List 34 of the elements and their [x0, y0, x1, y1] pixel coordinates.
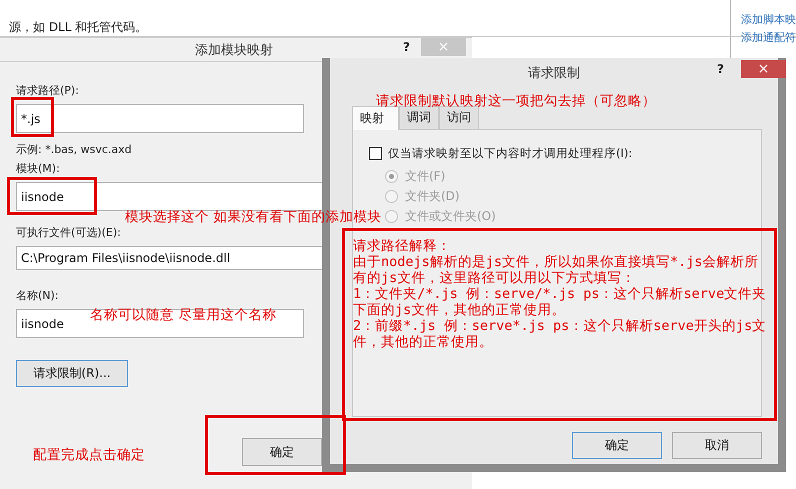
checkbox[interactable] [369, 147, 382, 160]
tab[interactable]: 访问 [439, 106, 479, 129]
close-button[interactable]: × [741, 60, 786, 78]
ok-button[interactable]: 确定 [242, 438, 322, 466]
field-label: 请求路径(P): [16, 83, 80, 98]
field-label: 名称(N): [16, 288, 60, 303]
tab[interactable]: 映射 [352, 106, 399, 130]
window-title: 添加模块映射 [195, 42, 273, 58]
request-restrictions-button[interactable]: 请求限制(R)... [16, 360, 128, 387]
highlight-frame [11, 97, 54, 137]
annotation-text: 配置完成点击确定 [33, 446, 145, 464]
field-label: 模块(M): [16, 161, 61, 176]
window-title: 请求限制 [528, 65, 580, 82]
radio-label: 文件或文件夹(O) [405, 208, 496, 225]
field-label: 可执行文件(可选)(E): [16, 225, 122, 240]
checkbox-label: 仅当请求映射至以下内容时才调用处理程序(I): [388, 146, 632, 161]
sidebar-link[interactable]: 添加通配符 [741, 30, 796, 45]
tab[interactable]: 调词 [399, 106, 439, 129]
radio-label: 文件(F) [405, 168, 446, 185]
annotation-text: 2：前缀*.js 例：serve*.js ps：这个只解析serve开头的js文件，其他的正常使用。 [353, 318, 768, 350]
annotation-text: 名称可以随意 尽量用这个名称 [90, 306, 276, 324]
annotation-text: 由于nodejs解析的是js文件，所以如果你直接填写*.js会解析所有的js文件，这里路径可以用以下方式填写： [353, 254, 760, 286]
annotation-text: 请求路径解释： [353, 238, 452, 254]
description-text: 源，如 DLL 和托管代码。 [9, 20, 148, 34]
annotation-text: 模块选择这个 如果没有看下面的添加模块 [125, 208, 382, 226]
help-button[interactable]: ? [403, 40, 410, 54]
sidebar-link[interactable]: 添加脚本映 [741, 12, 796, 27]
radio-label: 文件夹(D) [405, 188, 460, 205]
hint-text: 示例: *.bas, wsvc.axd [16, 142, 133, 157]
help-button[interactable]: ? [717, 62, 724, 76]
ok-button[interactable]: 确定 [572, 432, 662, 459]
cancel-button[interactable]: 取消 [672, 432, 762, 459]
input-field[interactable]: *.js [16, 104, 304, 133]
annotation-text: 1：文件夹/*.js 例：serve/*.js ps：这个只解析serve文件夹下面的js文件，其他的正常使用。 [353, 286, 768, 318]
